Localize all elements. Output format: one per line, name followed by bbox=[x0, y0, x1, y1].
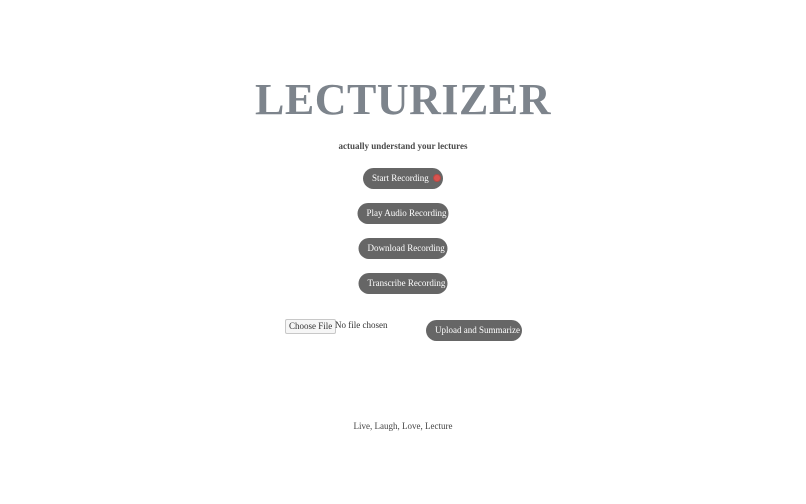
download-recording-button[interactable]: Download Recording bbox=[358, 238, 448, 259]
transcribe-recording-label: Transcribe Recording bbox=[367, 278, 446, 288]
file-status-text: No file chosen bbox=[335, 320, 388, 330]
play-audio-label: Play Audio Recording bbox=[366, 208, 447, 218]
page: LECTURIZER actually understand your lect… bbox=[0, 0, 806, 504]
upload-and-summarize-button[interactable]: Upload and Summarize bbox=[426, 320, 522, 341]
start-recording-label: Start Recording bbox=[372, 173, 429, 183]
tagline: actually understand your lectures bbox=[338, 141, 468, 151]
upload-and-summarize-label: Upload and Summarize bbox=[435, 325, 520, 335]
choose-file-button[interactable]: Choose File bbox=[285, 319, 337, 334]
start-recording-button[interactable]: Start Recording bbox=[363, 168, 443, 189]
download-recording-label: Download Recording bbox=[367, 243, 445, 253]
page-title: LECTURIZER bbox=[255, 75, 551, 124]
footer-text: Live, Laugh, Love, Lecture bbox=[353, 421, 453, 431]
record-dot-icon bbox=[433, 174, 441, 182]
transcribe-recording-button[interactable]: Transcribe Recording bbox=[358, 273, 448, 294]
play-audio-button[interactable]: Play Audio Recording bbox=[357, 203, 449, 224]
